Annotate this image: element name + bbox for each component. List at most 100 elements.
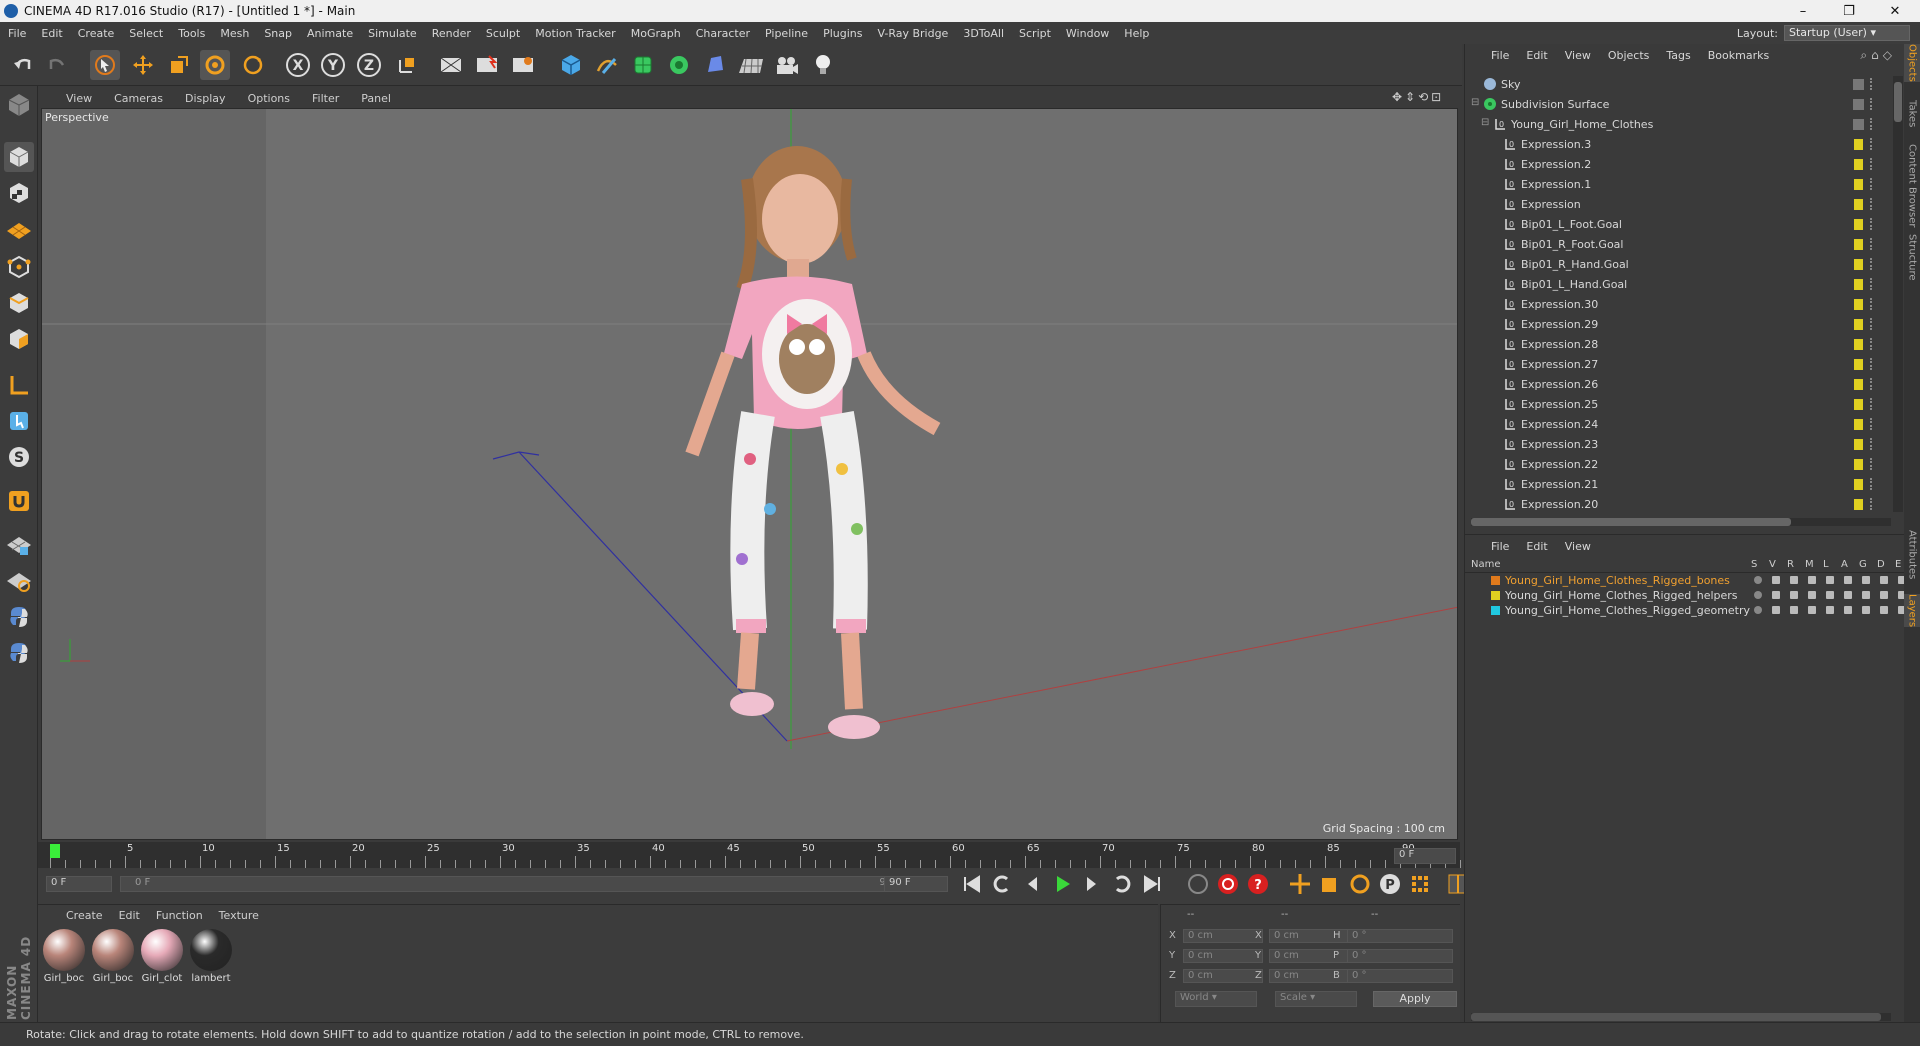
edges-mode-icon[interactable]	[4, 288, 34, 318]
end-frame-field[interactable]: 90 F	[884, 876, 948, 892]
layer-column-name[interactable]: Name	[1471, 559, 1501, 570]
material-menu-function[interactable]: Function	[156, 909, 203, 922]
layer-column-m[interactable]: M	[1805, 559, 1814, 570]
menu-file[interactable]: File	[8, 27, 26, 40]
menu-mesh[interactable]: Mesh	[220, 27, 249, 40]
deformer-icon[interactable]	[700, 50, 730, 80]
object-row[interactable]: 0 Bip01_L_Foot.Goal	[1465, 214, 1885, 234]
object-row[interactable]: 0 Bip01_L_Hand.Goal	[1465, 274, 1885, 294]
layer-toggle-icon[interactable]	[1808, 576, 1816, 584]
menu-render[interactable]: Render	[432, 27, 471, 40]
render-view-icon[interactable]	[436, 50, 466, 80]
snapping-icon[interactable]: S	[4, 442, 34, 472]
object-row[interactable]: 0 Expression.1	[1465, 174, 1885, 194]
layer-color-swatch[interactable]	[1491, 576, 1500, 585]
object-row[interactable]: 0 Expression.27	[1465, 354, 1885, 374]
visibility-dots[interactable]	[1870, 118, 1874, 130]
motion-path-icon[interactable]	[1186, 872, 1210, 896]
material-menu-create[interactable]: Create	[66, 909, 103, 922]
menu-animate[interactable]: Animate	[307, 27, 353, 40]
tweak-mode-icon[interactable]	[4, 406, 34, 436]
object-list-scrollbar[interactable]	[1893, 76, 1903, 512]
previous-frame-icon[interactable]	[1020, 872, 1044, 896]
object-row[interactable]: ⊟ Subdivision Surface	[1465, 94, 1885, 114]
visibility-dots[interactable]	[1870, 258, 1874, 270]
layer-toggle-icon[interactable]	[1754, 591, 1762, 599]
key-position-icon[interactable]	[1288, 872, 1312, 896]
go-to-start-icon[interactable]	[960, 872, 984, 896]
layer-column-e[interactable]: E	[1895, 559, 1901, 570]
object-row[interactable]: 0 Expression.26	[1465, 374, 1885, 394]
visibility-dots[interactable]	[1870, 498, 1874, 510]
menu-snap[interactable]: Snap	[264, 27, 292, 40]
material-menu-texture[interactable]: Texture	[219, 909, 259, 922]
recent-tools-icon[interactable]	[238, 50, 268, 80]
layer-color-swatch[interactable]	[1491, 591, 1500, 600]
light-bulb-icon[interactable]	[808, 50, 838, 80]
visibility-dots[interactable]	[1870, 238, 1874, 250]
visibility-dots[interactable]	[1870, 158, 1874, 170]
z-axis-lock-icon[interactable]: Z	[354, 50, 384, 80]
visibility-dots[interactable]	[1870, 378, 1874, 390]
close-button[interactable]: ✕	[1872, 0, 1918, 22]
coord-space-dropdown[interactable]: World ▾	[1175, 991, 1257, 1007]
layer-toggle-icon[interactable]	[1844, 606, 1852, 614]
visibility-dots[interactable]	[1870, 458, 1874, 470]
layer-column-s[interactable]: S	[1751, 559, 1757, 570]
undo-icon[interactable]	[8, 50, 38, 80]
material-swatch[interactable]: Girl_clot	[140, 929, 184, 989]
coord-value-field[interactable]: 0 °	[1347, 929, 1453, 943]
menu-pipeline[interactable]: Pipeline	[765, 27, 808, 40]
object-row[interactable]: 0 Bip01_R_Foot.Goal	[1465, 234, 1885, 254]
planar-workplane-icon[interactable]	[4, 566, 34, 596]
play-icon[interactable]	[1050, 872, 1074, 896]
menu-select[interactable]: Select	[129, 27, 163, 40]
object-row[interactable]: Sky	[1465, 74, 1885, 94]
layer-toggle-icon[interactable]	[1772, 591, 1780, 599]
layer-column-r[interactable]: R	[1787, 559, 1794, 570]
camera-icon[interactable]	[772, 50, 802, 80]
current-frame-field[interactable]: 0 F	[1394, 848, 1456, 864]
visibility-dots[interactable]	[1870, 98, 1874, 110]
material-swatch[interactable]: Girl_boc	[42, 929, 86, 989]
layer-toggle-icon[interactable]	[1772, 606, 1780, 614]
menu-3dtoall[interactable]: 3DToAll	[963, 27, 1004, 40]
scale-icon[interactable]	[164, 50, 194, 80]
apply-button[interactable]: Apply	[1373, 991, 1457, 1007]
move-icon[interactable]	[128, 50, 158, 80]
side-tab-structure[interactable]: Structure	[1904, 234, 1920, 281]
side-tab-takes[interactable]: Takes	[1904, 100, 1920, 127]
start-frame-field[interactable]: 0 F	[46, 876, 112, 892]
object-menu-view[interactable]: View	[1565, 49, 1591, 62]
record-keyframe-icon[interactable]	[1216, 872, 1240, 896]
layer-toggle-icon[interactable]	[1790, 576, 1798, 584]
visibility-dots[interactable]	[1870, 438, 1874, 450]
object-menu-edit[interactable]: Edit	[1526, 49, 1547, 62]
menu-simulate[interactable]: Simulate	[368, 27, 417, 40]
x-axis-lock-icon[interactable]: X	[283, 50, 313, 80]
cube-primitive-icon[interactable]	[556, 50, 586, 80]
layer-menu-view[interactable]: View	[1565, 540, 1591, 553]
menu-script[interactable]: Script	[1019, 27, 1051, 40]
layer-menu-edit[interactable]: Edit	[1526, 540, 1547, 553]
layer-toggle-icon[interactable]	[1826, 576, 1834, 584]
coord-value-field[interactable]: 0 °	[1347, 949, 1453, 963]
menu-window[interactable]: Window	[1066, 27, 1109, 40]
menu-sculpt[interactable]: Sculpt	[486, 27, 520, 40]
object-row[interactable]: 0 Expression.21	[1465, 474, 1885, 494]
viewport-menu-filter[interactable]: Filter	[312, 92, 339, 105]
menu-tools[interactable]: Tools	[178, 27, 205, 40]
menu-character[interactable]: Character	[696, 27, 750, 40]
object-menu-objects[interactable]: Objects	[1608, 49, 1650, 62]
object-row[interactable]: 0 Expression.23	[1465, 434, 1885, 454]
key-pla-icon[interactable]	[1408, 872, 1432, 896]
object-row[interactable]: 0 Bip01_R_Hand.Goal	[1465, 254, 1885, 274]
object-manager-nav-icons[interactable]: ⌕⌂◇	[1860, 48, 1896, 63]
visibility-dots[interactable]	[1870, 418, 1874, 430]
layer-color-swatch[interactable]	[1491, 606, 1500, 615]
playhead[interactable]	[50, 844, 60, 858]
object-list-hscrollbar[interactable]	[1471, 518, 1891, 526]
polygons-mode-icon[interactable]	[4, 324, 34, 354]
coordinate-system-icon[interactable]	[392, 50, 422, 80]
object-row[interactable]: 0 Expression.24	[1465, 414, 1885, 434]
